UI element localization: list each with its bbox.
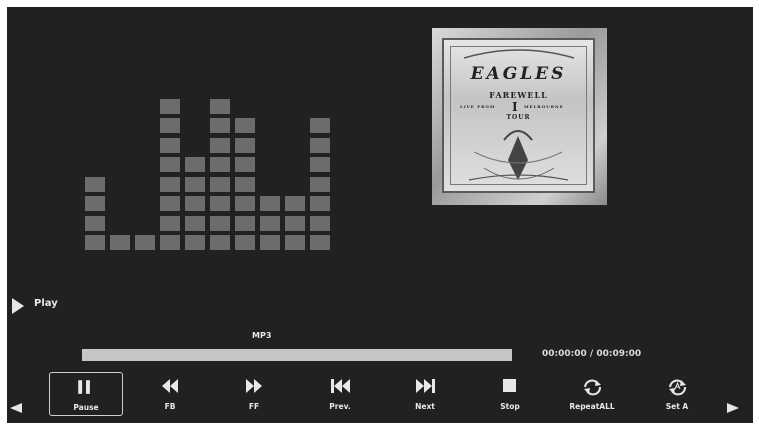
equalizer-bar-segment (310, 215, 330, 231)
equalizer-bar-segment (235, 118, 255, 133)
equalizer-bar-segment (310, 196, 330, 211)
equalizer-bar-segment (160, 157, 180, 172)
time-display: 00:00:00 / 00:09:00 (542, 349, 642, 359)
equalizer-bar-segment (160, 98, 180, 114)
equalizer-bar-segment (260, 215, 280, 231)
pause-button-label: Pause (73, 403, 99, 412)
prev-button[interactable]: Prev. (303, 372, 377, 416)
media-player-screen: EAGLES FAREWELL LIVE FROM I MELBOURNE TO… (7, 7, 753, 423)
prev-button-label: Prev. (329, 402, 351, 411)
equalizer-bar-segment (285, 215, 305, 231)
equalizer-bar-segment (210, 235, 230, 250)
scroll-left-arrow-icon[interactable] (10, 403, 22, 413)
equalizer-bar-segment (160, 118, 180, 133)
equalizer-bar-segment (210, 137, 230, 153)
equalizer-bar-segment (160, 137, 180, 153)
equalizer-bar-segment (235, 235, 255, 250)
fb-button[interactable]: FB (133, 372, 207, 416)
next-track-icon (416, 379, 435, 393)
seta-button[interactable]: Set A (640, 372, 714, 416)
equalizer-bar-segment (185, 235, 205, 250)
equalizer-bar-segment (110, 235, 130, 250)
equalizer-bar-segment (85, 176, 105, 192)
equalizer-bar-segment (310, 235, 330, 250)
equalizer-bar-segment (135, 235, 155, 250)
next-button[interactable]: Next (388, 372, 462, 416)
album-art-city: MELBOURNE (524, 104, 564, 109)
equalizer-bar-segment (310, 176, 330, 192)
progress-bar[interactable] (82, 349, 512, 361)
equalizer-bar-segment (210, 118, 230, 133)
album-art-tour: TOUR (506, 114, 531, 121)
equalizer-bar-segment (235, 176, 255, 192)
equalizer-bar-segment (235, 137, 255, 153)
equalizer-bar-segment (310, 137, 330, 153)
equalizer-bar-segment (185, 215, 205, 231)
album-art-numeral: I (512, 100, 519, 114)
equalizer-bar-segment (185, 196, 205, 211)
stop-icon (503, 379, 516, 392)
equalizer-bar-segment (160, 215, 180, 231)
pause-button[interactable]: Pause (49, 372, 123, 416)
equalizer-bar-segment (210, 176, 230, 192)
equalizer-bar-segment (160, 196, 180, 211)
equalizer-bar-segment (310, 118, 330, 133)
album-art-subtitle-row: LIVE FROM I MELBOURNE (458, 100, 577, 114)
set-a-icon (669, 379, 686, 396)
equalizer-bar-segment (235, 196, 255, 211)
playback-status-label: Play (34, 298, 58, 309)
fast-forward-icon (246, 379, 262, 393)
file-format-label: MP3 (252, 331, 272, 340)
equalizer-bar-segment (160, 235, 180, 250)
equalizer-bar-segment (285, 196, 305, 211)
equalizer-bar-segment (260, 196, 280, 211)
equalizer-bar-segment (210, 157, 230, 172)
fb-button-label: FB (164, 402, 176, 411)
album-art-title: FAREWELL (489, 90, 548, 100)
next-button-label: Next (415, 402, 435, 411)
album-art-frame: EAGLES FAREWELL LIVE FROM I MELBOURNE TO… (442, 38, 595, 193)
ff-button-label: FF (248, 402, 260, 411)
equalizer-bar-segment (210, 196, 230, 211)
equalizer-bar-segment (185, 176, 205, 192)
play-status-icon (12, 298, 24, 314)
repeat-all-icon (584, 379, 601, 396)
seta-button-label: Set A (665, 402, 689, 411)
equalizer-bar-segment (235, 157, 255, 172)
fast-backward-icon (162, 379, 178, 393)
repeat-button-label: RepeatALL (569, 402, 615, 411)
equalizer-bar-segment (235, 215, 255, 231)
stop-button[interactable]: Stop (473, 372, 547, 416)
pause-icon (78, 380, 90, 394)
equalizer-bar-segment (210, 98, 230, 114)
previous-track-icon (331, 379, 350, 393)
equalizer-bar-segment (285, 235, 305, 250)
scroll-right-arrow-icon[interactable] (727, 403, 739, 413)
equalizer-bar-segment (260, 235, 280, 250)
album-art-live-from: LIVE FROM (460, 104, 496, 109)
progress-bar-fill (82, 349, 512, 361)
album-art-band-name: EAGLES (470, 64, 567, 84)
equalizer-bar-segment (185, 157, 205, 172)
album-art: EAGLES FAREWELL LIVE FROM I MELBOURNE TO… (432, 28, 607, 205)
equalizer-bar-segment (160, 176, 180, 192)
equalizer-bar-segment (85, 235, 105, 250)
equalizer-bar-segment (85, 196, 105, 211)
equalizer-bar-segment (310, 157, 330, 172)
equalizer-bar-segment (85, 215, 105, 231)
equalizer-bar-segment (210, 215, 230, 231)
repeat-button[interactable]: RepeatALL (555, 372, 629, 416)
ff-button[interactable]: FF (217, 372, 291, 416)
stop-button-label: Stop (500, 402, 520, 411)
